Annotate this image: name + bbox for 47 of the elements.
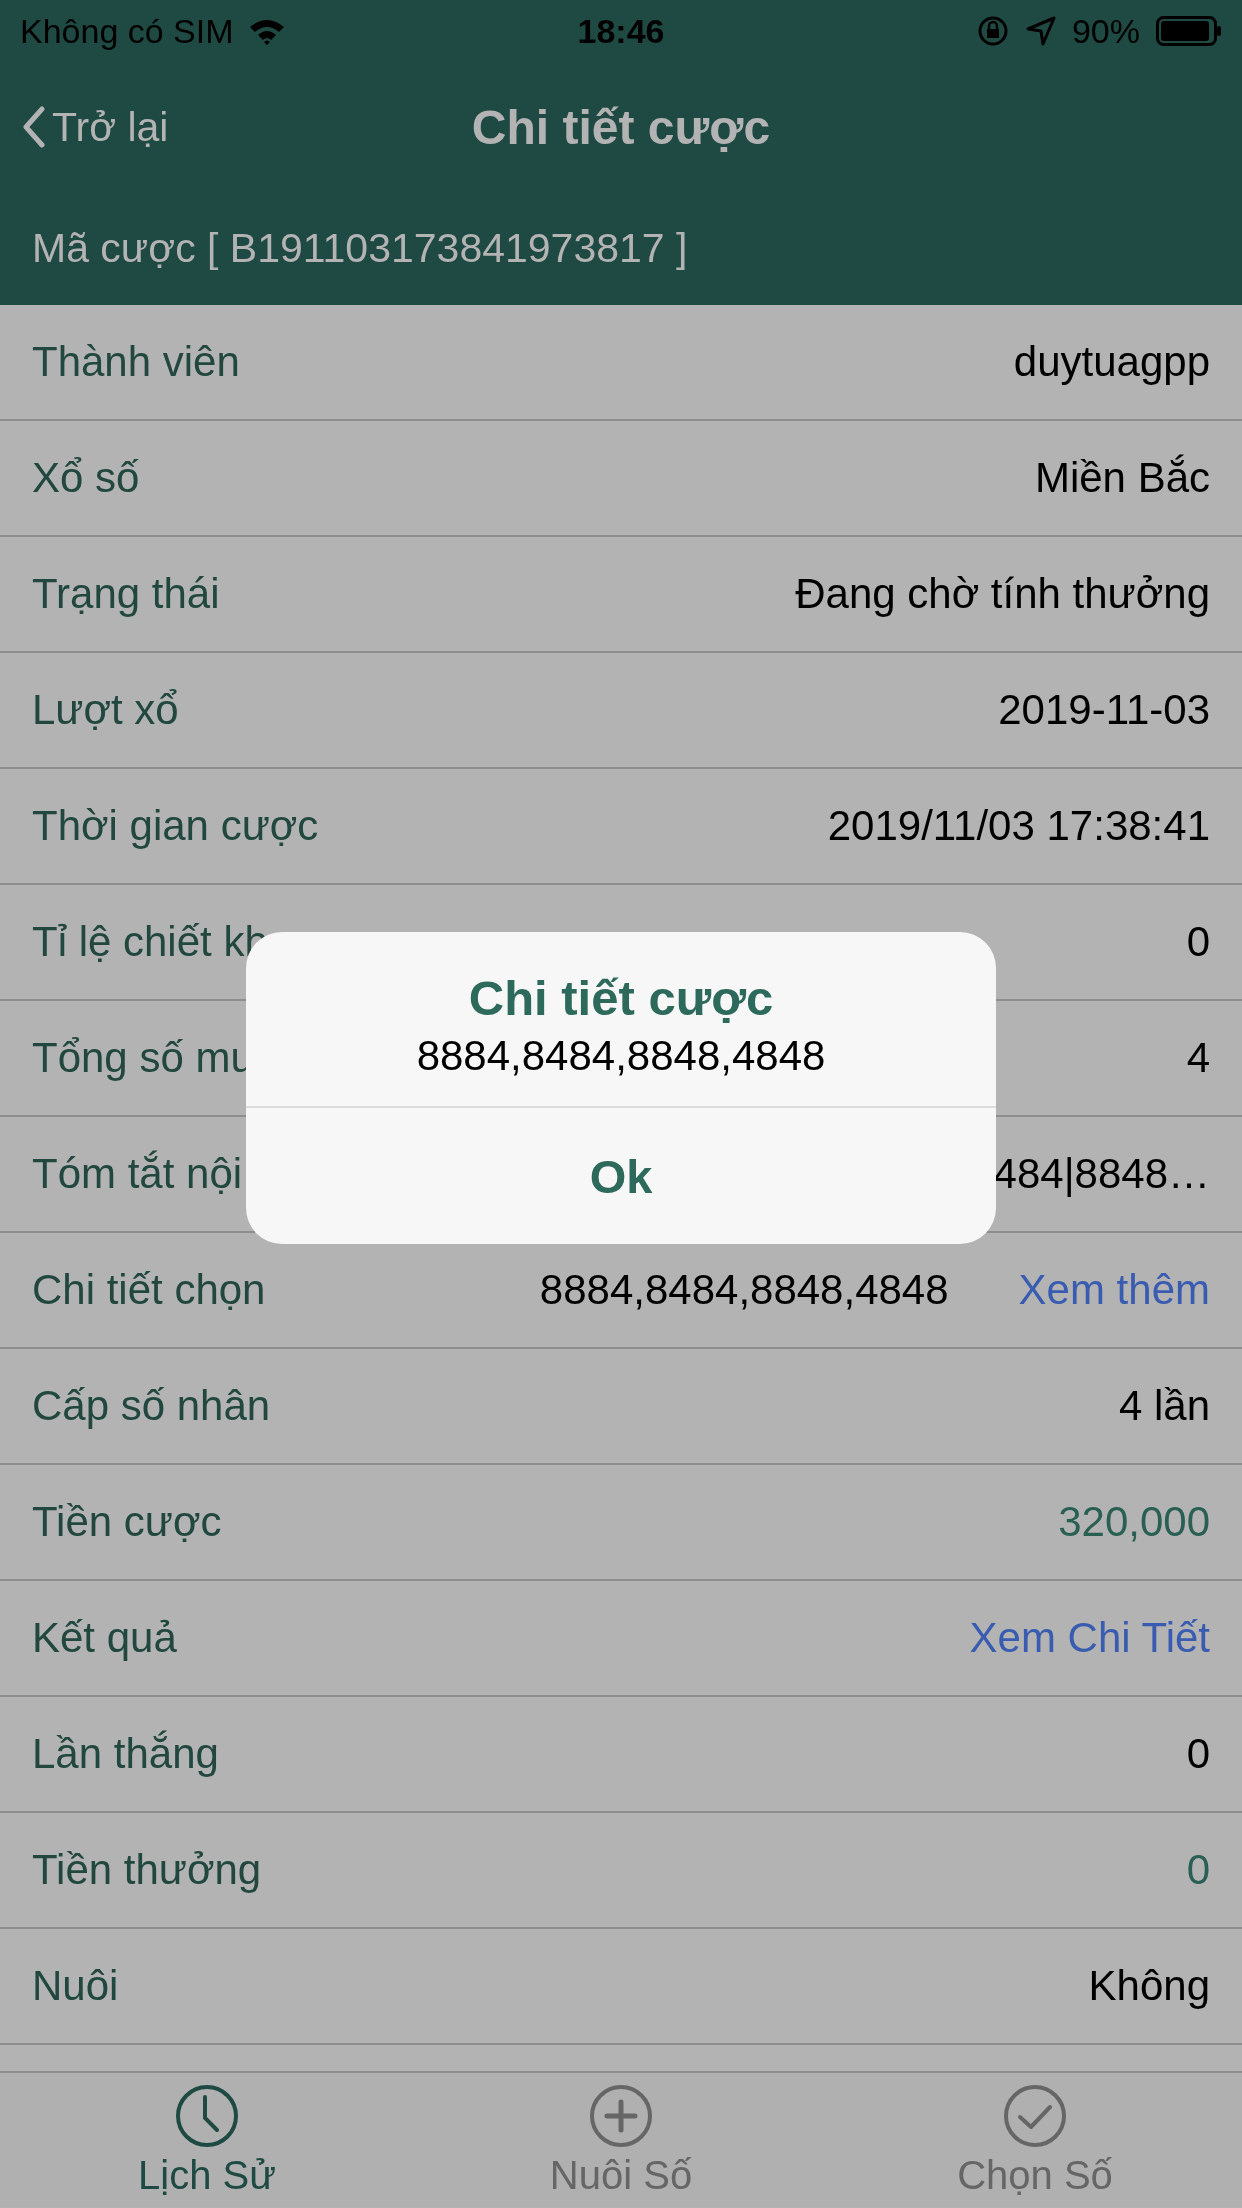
bet-code: Mã cược [ B191103173841973817 ]: [32, 225, 688, 272]
field-value: 320,000: [1058, 1498, 1210, 1546]
field-label: Tóm tắt nội: [32, 1150, 243, 1198]
dialog-title: Chi tiết cược: [468, 970, 774, 1026]
tab-button[interactable]: Nuôi Số: [414, 2073, 828, 2207]
field-label: Trạng thái: [32, 570, 220, 618]
field-value: Miền Bắc: [1034, 454, 1210, 502]
back-chevron-icon: [22, 106, 46, 148]
field-value: 484|8848…: [993, 1150, 1210, 1198]
field-value: 0: [1186, 1730, 1210, 1778]
dialog-message: 8884,8484,8848,4848: [416, 1032, 826, 1080]
field-value: 0: [1186, 918, 1210, 966]
field-label: Chi tiết chọn: [32, 1266, 266, 1314]
ok-button[interactable]: Ok: [246, 1106, 996, 1244]
clock-icon: [174, 2083, 240, 2149]
field-value: 2019/11/03 17:38:41: [827, 802, 1210, 850]
battery-icon: [1156, 16, 1222, 46]
field-label: Lần thắng: [32, 1730, 219, 1778]
field-label: Lượt xổ: [32, 686, 179, 734]
field-label: Cấp số nhân: [32, 1382, 271, 1430]
clock-time: 18:46: [577, 11, 665, 50]
field-value: 2019-11-03: [998, 686, 1210, 734]
field-label: Tiền cược: [32, 1498, 222, 1546]
back-button[interactable]: Trở lại: [22, 103, 169, 151]
field-label: Nuôi: [32, 1962, 119, 2010]
field-value: Đang chờ tính thưởng: [795, 570, 1210, 618]
field-value: 4 lần: [1118, 1382, 1210, 1430]
field-label: Thành viên: [32, 338, 240, 386]
plus-circle-icon: [588, 2083, 654, 2149]
field-value: duytuagpp: [1013, 338, 1210, 386]
details-link[interactable]: Xem Chi Tiết: [969, 1614, 1210, 1662]
field-value: 0: [1186, 1846, 1210, 1894]
location-arrow-icon: [1025, 16, 1056, 46]
field-label: Kết quả: [32, 1614, 177, 1662]
see-more-link[interactable]: Xem thêm: [1018, 1266, 1210, 1314]
tab-button[interactable]: Lịch Sử: [0, 2073, 414, 2207]
battery-percent: 90%: [1071, 11, 1140, 51]
page-title: Chi tiết cược: [471, 100, 771, 154]
field-label: Xổ số: [32, 454, 140, 502]
carrier-label: Không có SIM: [20, 11, 234, 51]
tab-button[interactable]: Chọn Số: [828, 2073, 1242, 2207]
field-value: 8884,8484,8848,4848: [539, 1266, 949, 1314]
checkmark-circle-icon: [1002, 2083, 1068, 2149]
field-label: Thời gian cược: [32, 802, 319, 850]
field-label: Tiền thưởng: [32, 1846, 262, 1894]
field-value: Không: [1088, 1962, 1210, 2010]
field-value: 4: [1186, 1034, 1210, 1082]
